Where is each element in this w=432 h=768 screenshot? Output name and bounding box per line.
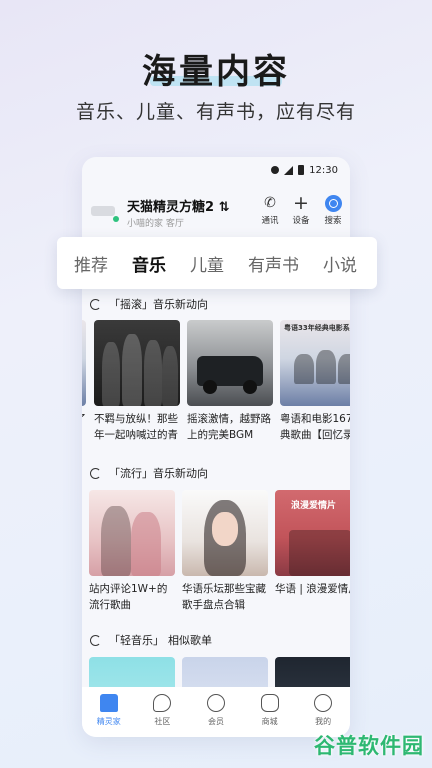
watermark-logo: 谷普软件园: [314, 734, 424, 758]
playlist-card[interactable]: [182, 657, 268, 687]
playlist-card[interactable]: 华语乐坛那些宝藏歌手盘点合辑: [182, 490, 268, 613]
playlist-card[interactable]: 摇滚激情，越野路上的完美BGM: [187, 320, 273, 443]
playlist-row-pop: 站内评论1W+的流行歌曲 华语乐坛那些宝藏歌手盘点合辑 浪漫爱情片 华语 | 浪…: [82, 490, 350, 620]
promo-title-text: 海量内容: [142, 52, 290, 92]
nav-label: 社区: [154, 717, 171, 726]
playlist-caption: 了: [82, 411, 86, 443]
nav-shop[interactable]: 商城: [248, 694, 292, 727]
bottom-nav: 精灵家 社区 会员 商城 我的: [82, 687, 350, 737]
search-button[interactable]: 搜索: [320, 195, 346, 226]
online-indicator: [113, 216, 119, 222]
call-button[interactable]: ✆ 通讯: [257, 195, 283, 226]
status-bar: 12:30: [82, 157, 350, 183]
promo-subtitle: 音乐、儿童、有声书，应有尽有: [75, 101, 356, 123]
nav-label: 我的: [315, 717, 332, 726]
tab-recommend[interactable]: 推荐: [74, 251, 108, 276]
tab-music[interactable]: 音乐: [132, 251, 166, 276]
playlist-cover: [275, 657, 350, 687]
playlist-cover: 浪漫爱情片: [275, 490, 350, 576]
nav-label: 商城: [261, 717, 278, 726]
plus-icon: +: [293, 192, 309, 214]
search-icon: [324, 195, 342, 212]
playlist-row-light: [82, 657, 350, 687]
phone-icon: ✆: [264, 195, 276, 211]
device-thumbnail[interactable]: [91, 206, 115, 216]
nav-profile[interactable]: 我的: [301, 694, 345, 727]
playlist-caption: 华语 | 浪漫爱情片: [275, 583, 350, 595]
section-title: 相似歌单: [168, 634, 212, 647]
playlist-caption: 粤语和电影167首典歌曲【回忆录】: [280, 413, 350, 441]
call-label: 通讯: [261, 216, 279, 226]
playlist-cover: [182, 657, 268, 687]
playlist-card[interactable]: 不羁与放纵！那些年一起呐喊过的青: [94, 320, 180, 443]
cover-label: 浪漫爱情片: [291, 501, 337, 511]
playlist-card[interactable]: 浪漫爱情片 华语 | 浪漫爱情片: [275, 490, 350, 613]
cover-label: 粤语33年经典电影系列: [284, 324, 350, 332]
playlist-cover: [89, 490, 175, 576]
nav-community[interactable]: 社区: [140, 694, 184, 727]
section-tag: 「流行」: [109, 467, 153, 481]
promo-title: 海量内容: [0, 44, 432, 93]
search-label: 搜索: [324, 216, 342, 226]
playlist-card[interactable]: 了: [82, 320, 86, 443]
home-icon: [99, 694, 118, 712]
playlist-cover: [89, 657, 175, 687]
category-tabs: 推荐 音乐 儿童 有声书 小说 新闻: [57, 237, 377, 289]
refresh-icon: [90, 298, 101, 310]
playlist-cover: 粤语33年经典电影系列: [280, 320, 350, 406]
device-location: 小喵的家 客厅: [127, 219, 184, 229]
wifi-icon: [271, 166, 280, 174]
playlist-card[interactable]: [89, 657, 175, 687]
section-header-pop[interactable]: 「流行」 音乐新动向: [90, 465, 208, 481]
playlist-caption: 不羁与放纵！那些年一起呐喊过的青: [94, 413, 178, 441]
section-tag: 「摇滚」: [109, 298, 153, 312]
nav-home[interactable]: 精灵家: [87, 694, 131, 727]
tab-audiobook[interactable]: 有声书: [248, 251, 299, 276]
playlist-cover: [187, 320, 273, 406]
playlist-cover: [82, 320, 86, 406]
playlist-cover: [94, 320, 180, 406]
section-tag: 「轻音乐」: [109, 634, 164, 648]
device-header: 天猫精灵方糖2 ⇅ 小喵的家 客厅 ✆ 通讯 + 设备 搜索: [82, 191, 350, 229]
section-title: 音乐新动向: [153, 298, 208, 311]
playlist-card[interactable]: 站内评论1W+的流行歌曲: [89, 490, 175, 613]
refresh-icon: [90, 467, 101, 479]
playlist-card[interactable]: [275, 657, 350, 687]
member-icon: [206, 694, 225, 712]
section-title: 音乐新动向: [153, 467, 208, 480]
playlist-cover: [182, 490, 268, 576]
playlist-caption: 华语乐坛那些宝藏歌手盘点合辑: [182, 583, 266, 611]
refresh-icon: [90, 634, 101, 646]
section-header-rock[interactable]: 「摇滚」 音乐新动向: [90, 296, 208, 312]
section-header-light[interactable]: 「轻音乐」 相似歌单: [90, 632, 212, 648]
playlist-row-rock: 了 不羁与放纵！那些年一起呐喊过的青 摇滚激情，越野路上的完美BGM 粤语33年…: [82, 320, 350, 450]
nav-member[interactable]: 会员: [194, 694, 238, 727]
playlist-caption: 站内评论1W+的流行歌曲: [89, 583, 168, 611]
nav-label: 会员: [207, 717, 224, 726]
add-device-label: 设备: [292, 216, 310, 226]
profile-icon: [314, 694, 333, 712]
community-icon: [153, 694, 172, 712]
shop-icon: [260, 694, 279, 712]
nav-label: 精灵家: [96, 717, 121, 726]
tab-kids[interactable]: 儿童: [190, 251, 224, 276]
add-device-button[interactable]: + 设备: [288, 192, 314, 227]
tab-novel[interactable]: 小说: [323, 251, 357, 276]
signal-icon: [284, 165, 294, 175]
battery-icon: [298, 165, 305, 175]
playlist-caption: 摇滚激情，越野路上的完美BGM: [187, 413, 271, 441]
playlist-card[interactable]: 粤语33年经典电影系列 粤语和电影167首典歌曲【回忆录】: [280, 320, 350, 443]
status-time: 12:30: [309, 164, 338, 176]
device-name[interactable]: 天猫精灵方糖2 ⇅: [127, 196, 229, 215]
